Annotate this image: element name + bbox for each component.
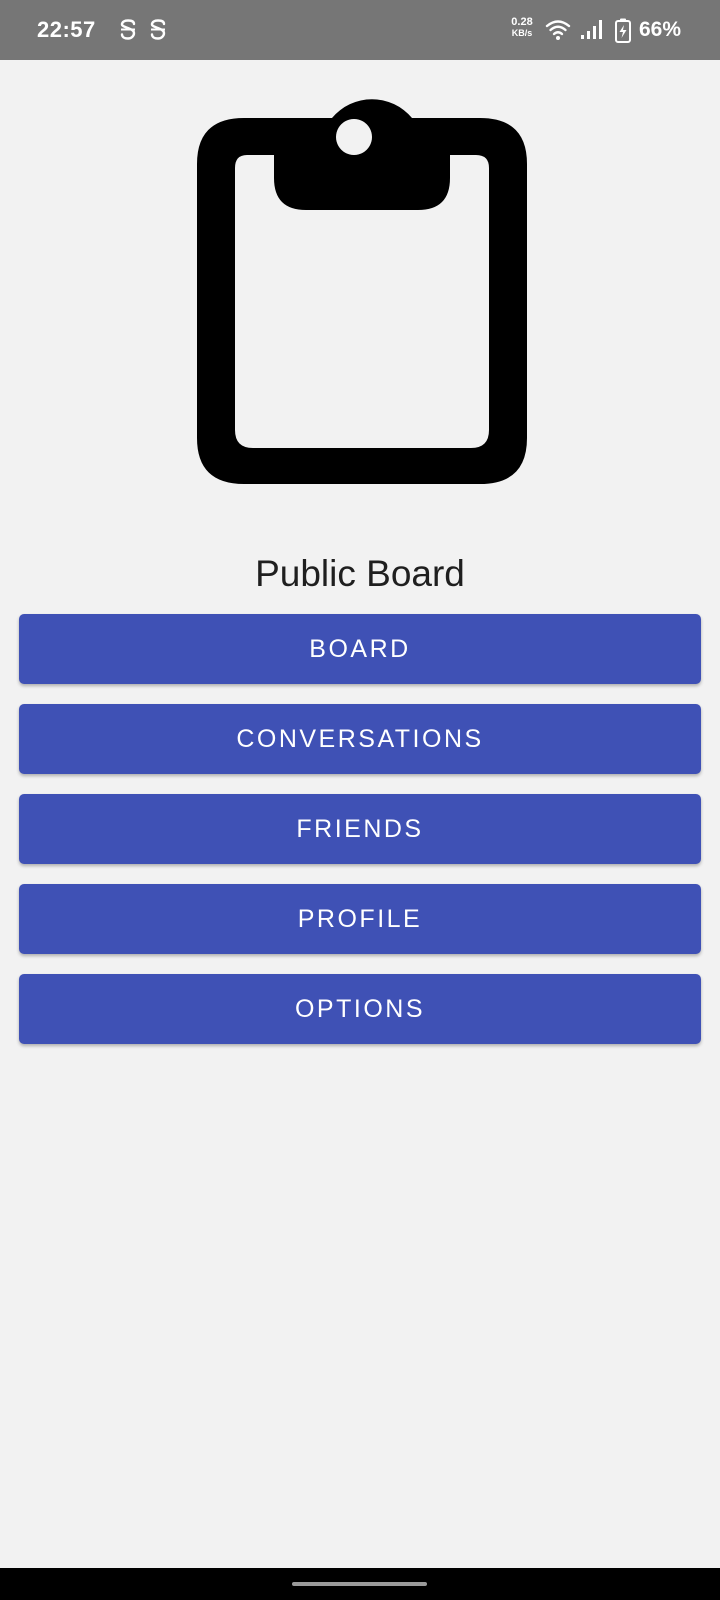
network-speed-value: 0.28 [511, 16, 533, 28]
battery-percentage: 66% [639, 18, 682, 41]
conversations-button[interactable]: CONVERSATIONS [19, 704, 701, 774]
status-bar: 22:57 0.28 KB/s 66% [0, 0, 720, 60]
notification-app-icon [149, 19, 167, 41]
board-button[interactable]: BOARD [19, 614, 701, 684]
options-button[interactable]: OPTIONS [19, 974, 701, 1044]
main-menu: BOARD CONVERSATIONS FRIENDS PROFILE OPTI… [19, 614, 701, 1064]
cell-signal-icon [580, 19, 604, 46]
clipboard-icon [197, 82, 527, 490]
profile-button[interactable]: PROFILE [19, 884, 701, 954]
wifi-icon [545, 19, 571, 46]
page-title: Public Board [255, 553, 465, 594]
status-time: 22:57 [37, 17, 96, 42]
network-speed-unit: KB/s [511, 28, 533, 38]
notification-app-icon [119, 19, 137, 41]
friends-button[interactable]: FRIENDS [19, 794, 701, 864]
battery-charging-icon [614, 18, 632, 49]
network-speed: 0.28 KB/s [507, 17, 537, 39]
navigation-bar [0, 1568, 720, 1600]
home-gesture-handle[interactable] [292, 1582, 427, 1586]
